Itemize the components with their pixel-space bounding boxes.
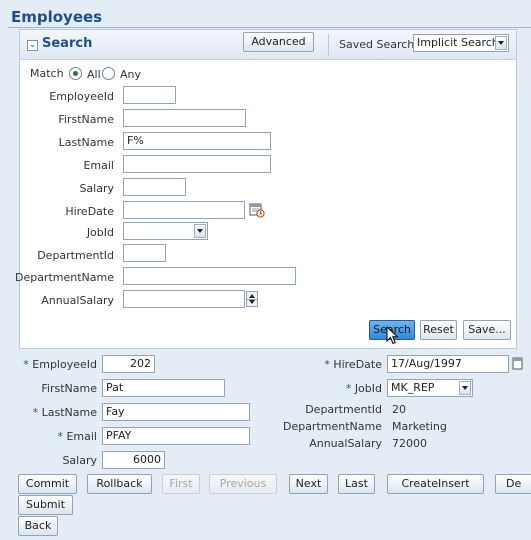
record-departmentid-label: DepartmentId [305, 403, 382, 416]
annual-salary-spinner[interactable] [246, 291, 258, 307]
record-lastname-label: * LastName [32, 406, 97, 419]
chevron-down-icon [194, 224, 206, 238]
search-firstname-input[interactable] [123, 109, 246, 127]
mouse-pointer-icon [386, 326, 399, 345]
spinner-down-icon[interactable] [249, 300, 255, 304]
required-marker: * [32, 406, 39, 419]
search-salary-input[interactable] [123, 178, 186, 196]
save-search-button[interactable]: Save... [463, 320, 511, 340]
search-departmentid-input[interactable] [123, 244, 166, 262]
search-lastname-label: LastName [58, 136, 114, 149]
record-departmentname-label: DepartmentName [282, 420, 382, 433]
search-header: ⌄ Search Advanced Saved Search Implicit … [20, 30, 516, 60]
match-label: Match [30, 67, 64, 80]
saved-search-label: Saved Search [339, 38, 415, 51]
search-departmentname-input[interactable] [123, 267, 296, 285]
record-firstname-label: FirstName [41, 382, 97, 395]
first-button[interactable]: First [162, 474, 200, 494]
search-annualsalary-input[interactable] [123, 290, 245, 308]
search-email-input[interactable] [123, 155, 271, 173]
search-hiredate-input[interactable] [123, 201, 245, 219]
record-annualsalary-value: 72000 [392, 437, 427, 450]
search-firstname-label: FirstName [58, 113, 114, 126]
record-lastname-input[interactable]: Fay [102, 403, 250, 421]
match-any-radio[interactable] [102, 67, 115, 80]
record-hiredate-label: * HireDate [324, 358, 382, 371]
search-email-label: Email [83, 159, 114, 172]
delete-button[interactable]: De [495, 474, 531, 494]
calendar-icon[interactable] [512, 356, 524, 372]
search-title: Search [42, 36, 93, 51]
saved-search-value: Implicit Search [417, 36, 499, 49]
search-panel: ⌄ Search Advanced Saved Search Implicit … [15, 29, 517, 349]
search-salary-label: Salary [79, 182, 114, 195]
search-employeeid-label: EmployeeId [49, 90, 114, 103]
record-firstname-input[interactable]: Pat [102, 379, 225, 397]
spinner-up-icon[interactable] [249, 294, 255, 298]
calendar-icon[interactable] [249, 202, 265, 218]
commit-button[interactable]: Commit [18, 474, 77, 494]
record-hiredate-input[interactable]: 17/Aug/1997 [387, 355, 509, 373]
record-jobid-select[interactable]: MK_REP [387, 379, 473, 397]
required-marker: * [324, 358, 330, 371]
match-all-label: All [87, 68, 101, 81]
header-divider [328, 34, 329, 56]
record-jobid-label: * JobId [345, 382, 382, 395]
record-email-label: * Email [57, 430, 97, 443]
previous-button[interactable]: Previous [209, 474, 277, 494]
search-employeeid-input[interactable] [123, 86, 176, 104]
search-jobid-select[interactable] [123, 222, 208, 240]
title-divider [8, 27, 531, 28]
match-any-label: Any [120, 68, 142, 81]
record-employeeid-label: * EmployeeId [23, 358, 97, 371]
reset-button[interactable]: Reset [420, 320, 457, 340]
search-hiredate-label: HireDate [65, 205, 114, 218]
record-salary-input[interactable]: 6000 [102, 451, 165, 469]
required-marker: * [345, 382, 352, 395]
rollback-button[interactable]: Rollback [87, 474, 152, 494]
search-annualsalary-label: AnnualSalary [41, 294, 114, 307]
record-jobid-value: MK_REP [391, 381, 435, 394]
record-departmentid-value: 20 [392, 403, 406, 416]
page-title: Employees [11, 8, 103, 26]
last-button[interactable]: Last [338, 474, 375, 494]
saved-search-select[interactable]: Implicit Search [413, 34, 509, 52]
chevron-down-icon [495, 36, 507, 50]
record-employeeid-input[interactable]: 202 [102, 355, 155, 373]
search-departmentname-label: DepartmentName [14, 271, 114, 284]
record-annualsalary-label: AnnualSalary [309, 437, 382, 450]
search-departmentid-label: DepartmentId [37, 249, 114, 262]
create-insert-button[interactable]: CreateInsert [387, 474, 484, 494]
search-lastname-input[interactable]: F% [123, 132, 271, 150]
record-salary-label: Salary [62, 454, 97, 467]
match-all-radio[interactable] [69, 67, 82, 80]
search-jobid-label: JobId [86, 226, 114, 239]
next-button[interactable]: Next [289, 474, 328, 494]
chevron-down-icon [459, 381, 471, 395]
collapse-search-icon[interactable]: ⌄ [27, 40, 38, 51]
record-email-input[interactable]: PFAY [102, 427, 250, 445]
advanced-button[interactable]: Advanced [243, 32, 314, 52]
required-marker: * [57, 430, 63, 443]
back-button[interactable]: Back [18, 516, 58, 536]
record-departmentname-value: Marketing [392, 420, 447, 433]
required-marker: * [23, 358, 29, 371]
submit-button[interactable]: Submit [18, 495, 73, 515]
